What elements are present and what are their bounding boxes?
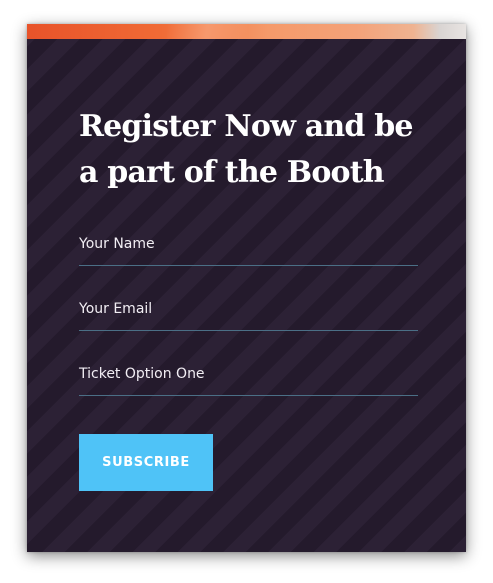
ticket-option-field[interactable]: Ticket Option One bbox=[79, 357, 418, 396]
subscribe-button-label: SUBSCRIBE bbox=[102, 455, 190, 470]
header-image-strip bbox=[27, 24, 466, 39]
ticket-option-field-label: Ticket Option One bbox=[79, 366, 205, 382]
subscribe-button[interactable]: SUBSCRIBE bbox=[79, 434, 213, 491]
name-field-label: Your Name bbox=[79, 236, 155, 252]
email-field-label: Your Email bbox=[79, 301, 153, 317]
form-title: Register Now and be a part of the Booth bbox=[79, 109, 414, 190]
name-field[interactable]: Your Name bbox=[79, 227, 418, 266]
registration-card: Register Now and be a part of the Booth … bbox=[27, 24, 466, 552]
email-field[interactable]: Your Email bbox=[79, 292, 418, 331]
